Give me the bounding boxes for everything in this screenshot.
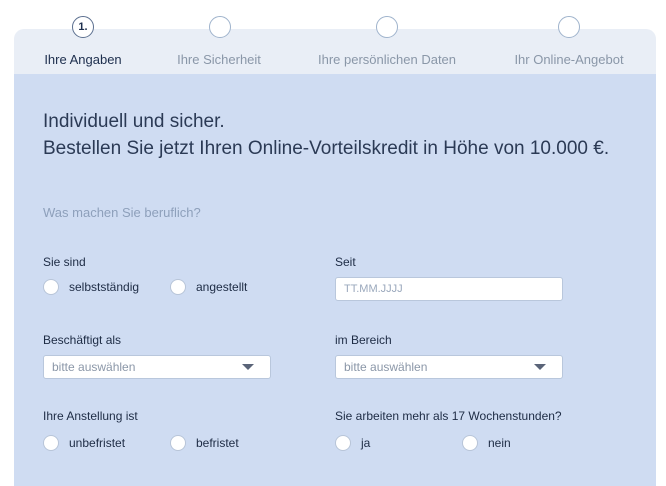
- radio-ja[interactable]: ja: [335, 435, 370, 451]
- radio-circle[interactable]: [43, 435, 59, 451]
- sector-select[interactable]: bitte auswählen: [335, 355, 563, 379]
- occupation-select[interactable]: bitte auswählen: [43, 355, 271, 379]
- step-1-label: Ihre Angaben: [44, 52, 122, 67]
- radio-befristet[interactable]: befristet: [170, 435, 239, 451]
- radio-label: befristet: [196, 436, 239, 450]
- chevron-down-icon: [534, 364, 546, 370]
- radio-label: nein: [488, 436, 511, 450]
- progress-stepper: 1. Ihre Angaben Ihre Sicherheit Ihre per…: [14, 16, 656, 74]
- radio-unbefristet[interactable]: unbefristet: [43, 435, 125, 451]
- since-date-placeholder: TT.MM.JJJJ: [344, 283, 403, 295]
- since-label: Seit: [335, 255, 356, 269]
- sector-select-value: bitte auswählen: [344, 360, 428, 374]
- step-2-label: Ihre Sicherheit: [177, 52, 261, 67]
- step-2-indicator: [209, 16, 231, 38]
- step-4-label: Ihr Online-Angebot: [514, 52, 624, 67]
- step-4-indicator: [558, 16, 580, 38]
- radio-label: ja: [361, 436, 371, 450]
- radio-label: selbstständig: [69, 280, 140, 294]
- radio-circle[interactable]: [170, 279, 186, 295]
- radio-circle[interactable]: [170, 435, 186, 451]
- form-panel: Individuell und sicher. Bestellen Sie je…: [14, 74, 656, 486]
- employment-type-label: Sie sind: [43, 255, 86, 269]
- occupation-label: Beschäftigt als: [43, 333, 122, 347]
- chevron-down-icon: [242, 364, 254, 370]
- heading-line-2: Bestellen Sie jetzt Ihren Online-Vorteil…: [43, 138, 610, 159]
- contract-type-label: Ihre Anstellung ist: [43, 409, 138, 423]
- radio-circle[interactable]: [462, 435, 478, 451]
- heading-line-1: Individuell und sicher.: [43, 111, 225, 132]
- occupation-select-value: bitte auswählen: [52, 360, 136, 374]
- since-date-input[interactable]: TT.MM.JJJJ: [335, 277, 563, 301]
- page-heading: Individuell und sicher. Bestellen Sie je…: [43, 108, 633, 162]
- step-1-indicator: 1.: [72, 16, 94, 38]
- step-3-indicator: [376, 16, 398, 38]
- weekly-hours-label: Sie arbeiten mehr als 17 Wochenstunden?: [335, 409, 562, 423]
- sector-label: im Bereich: [335, 333, 392, 347]
- radio-label: angestellt: [196, 280, 248, 294]
- radio-circle[interactable]: [43, 279, 59, 295]
- radio-selbststaendig[interactable]: selbstständig: [43, 279, 139, 295]
- step-1-number: 1.: [78, 21, 88, 33]
- radio-nein[interactable]: nein: [462, 435, 511, 451]
- step-3-label: Ihre persönlichen Daten: [317, 52, 457, 67]
- radio-angestellt[interactable]: angestellt: [170, 279, 247, 295]
- radio-circle[interactable]: [335, 435, 351, 451]
- section-subheading: Was machen Sie beruflich?: [43, 205, 201, 220]
- radio-label: unbefristet: [69, 436, 126, 450]
